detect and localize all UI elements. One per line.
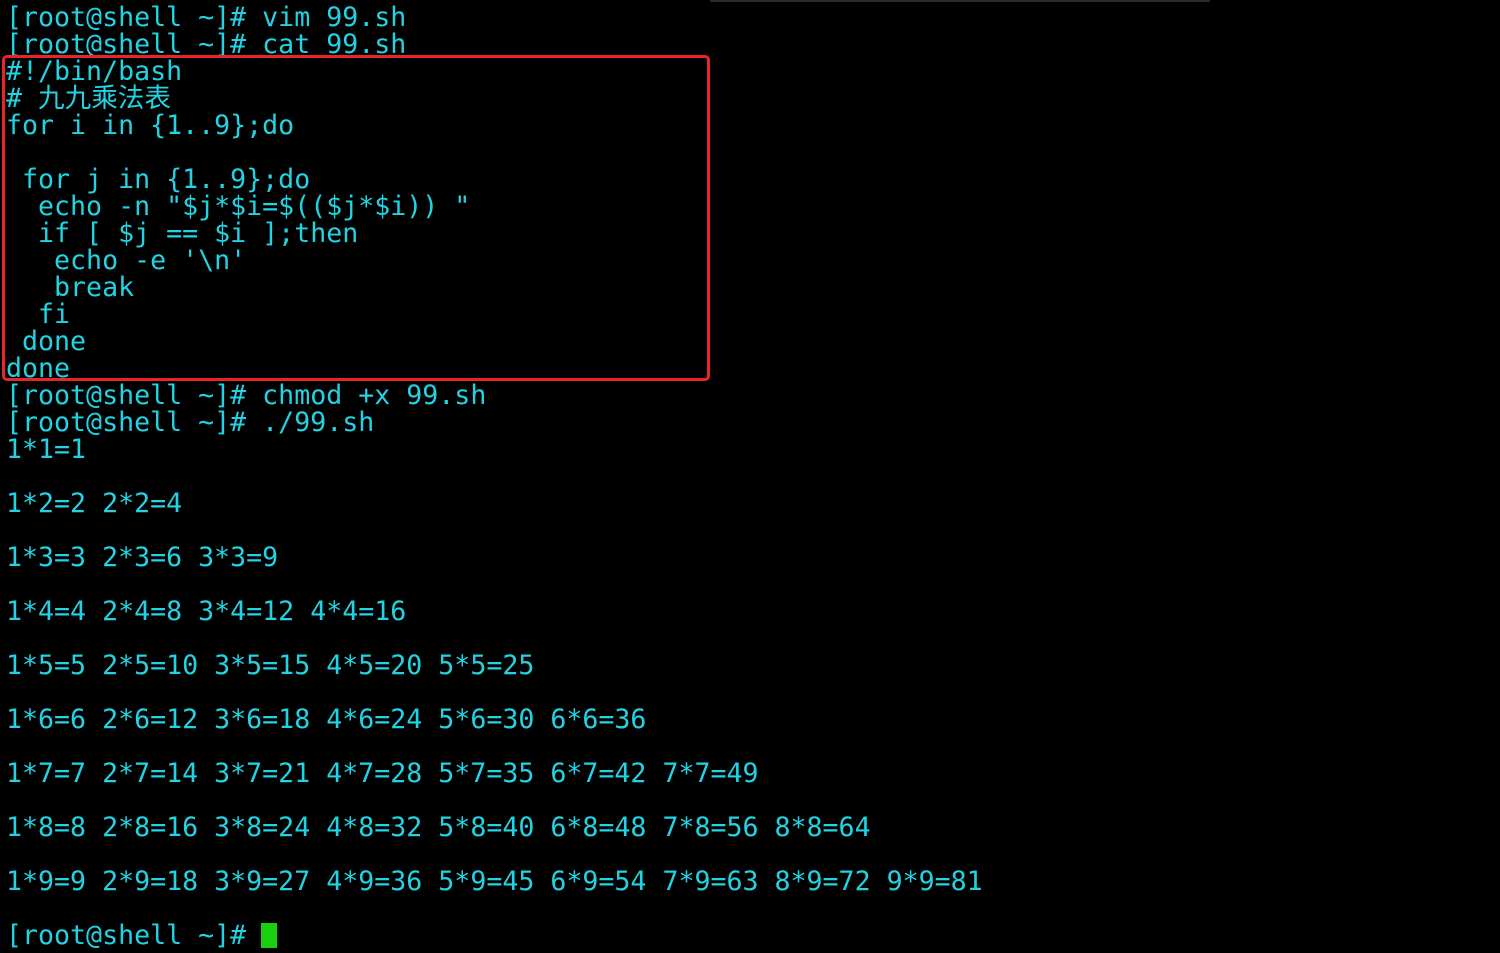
output-row-5: 1*5=5 2*5=10 3*5=15 4*5=20 5*5=25 (6, 650, 535, 681)
prompt-line-chmod: [root@shell ~]# chmod +x 99.sh (6, 380, 487, 411)
output-row-4: 1*4=4 2*4=8 3*4=12 4*4=16 (6, 596, 407, 627)
prompt-line-cat: [root@shell ~]# cat 99.sh (6, 29, 407, 60)
script-line-inner-for: for j in {1..9};do (6, 164, 311, 195)
output-row-3: 1*3=3 2*3=6 3*3=9 (6, 542, 279, 573)
script-line-echo-product: echo -n "$j*$i=$(($j*$i)) " (6, 191, 471, 222)
output-row-7: 1*7=7 2*7=14 3*7=21 4*7=28 5*7=35 6*7=42… (6, 758, 759, 789)
output-row-2: 1*2=2 2*2=4 (6, 488, 183, 519)
prompt-line-current[interactable]: [root@shell ~]# (6, 922, 262, 949)
script-line-if: if [ $j == $i ];then (6, 218, 359, 249)
terminal-window[interactable]: [root@shell ~]# vim 99.sh [root@shell ~]… (0, 0, 1500, 953)
script-line-fi: fi (6, 299, 71, 330)
prompt-line-vim: [root@shell ~]# vim 99.sh (6, 2, 407, 33)
output-row-1: 1*1=1 (6, 434, 87, 465)
output-row-9: 1*9=9 2*9=18 3*9=27 4*9=36 5*9=45 6*9=54… (6, 866, 983, 897)
script-line-outer-done: done (6, 353, 71, 384)
script-line-echo-newline: echo -e '\n' (6, 245, 247, 276)
script-line-shebang: #!/bin/bash (6, 56, 183, 87)
output-row-6: 1*6=6 2*6=12 3*6=18 4*6=24 5*6=30 6*6=36 (6, 704, 647, 735)
terminal-cursor (261, 923, 277, 948)
script-line-outer-for: for i in {1..9};do (6, 110, 295, 141)
output-row-8: 1*8=8 2*8=16 3*8=24 4*8=32 5*8=40 6*8=48… (6, 812, 871, 843)
script-line-break: break (6, 272, 135, 303)
script-line-comment: # 九九乘法表 (6, 83, 171, 114)
prompt-line-run: [root@shell ~]# ./99.sh (6, 407, 375, 438)
top-divider (710, 0, 1210, 2)
script-line-inner-done: done (6, 326, 87, 357)
